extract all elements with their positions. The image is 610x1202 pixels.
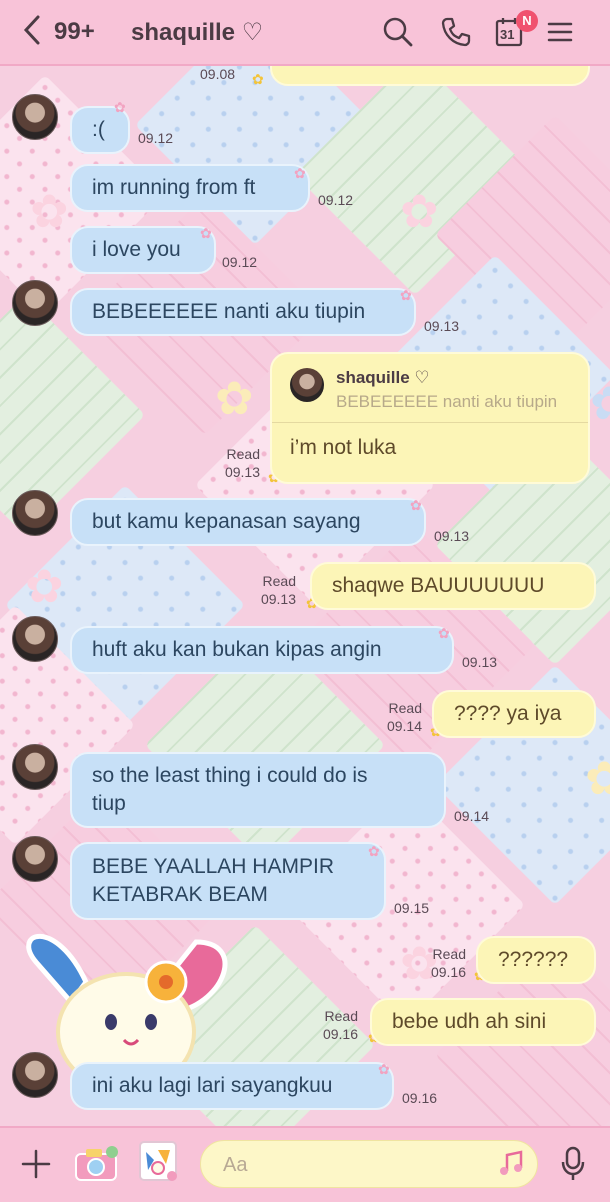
message-time: 09.14	[454, 808, 490, 824]
outgoing-message-bubble[interactable]: ??????	[476, 936, 596, 984]
plus-icon[interactable]	[20, 1148, 52, 1185]
message-text: ini aku lagi lari sayangkuu	[92, 1074, 333, 1097]
message-time: 09.13	[462, 654, 498, 670]
read-receipt: Read	[388, 700, 422, 716]
contact-avatar[interactable]	[12, 836, 58, 882]
message-time: 09.15	[394, 900, 430, 916]
message-input[interactable]: Aa	[200, 1140, 538, 1188]
incoming-message-bubble[interactable]: huft aku kan bukan kipas angin	[70, 626, 454, 674]
message-text: i love you	[92, 238, 181, 261]
message-text: shaqwe BAUUUUUUU	[332, 574, 545, 597]
read-receipt: Read	[324, 1008, 358, 1024]
back-chevron-icon[interactable]	[22, 14, 42, 52]
message-text: im running from ft	[92, 176, 256, 199]
message-text-line: BEBE YAALLAH HAMPIR	[92, 855, 334, 878]
message-input-placeholder: Aa	[223, 1154, 248, 1176]
message-text: bebe udh ah sini	[392, 1010, 547, 1033]
message-text: i’m not luka	[290, 436, 397, 459]
calendar-badge: N	[516, 10, 538, 32]
outgoing-message-bubble[interactable]: bebe udh ah sini	[370, 998, 596, 1046]
message-text-line: KETABRAK BEAM	[92, 883, 268, 906]
message-time: 09.16	[322, 1026, 358, 1042]
read-receipt: Read	[432, 946, 466, 962]
message-time: 09.12	[222, 254, 258, 270]
message-time: 09.16	[402, 1090, 438, 1106]
calendar-day: 31	[500, 27, 515, 42]
message-text: ???? ya iya	[454, 702, 562, 725]
read-receipt: Read	[262, 573, 296, 589]
contact-avatar[interactable]	[12, 616, 58, 662]
message-text: but kamu kepanasan sayang	[92, 510, 361, 533]
message-time: 09.08	[200, 66, 236, 82]
message-time: 09.13	[260, 591, 296, 607]
message-input-bar: Aa	[0, 1126, 610, 1202]
search-icon[interactable]	[382, 16, 414, 48]
message-text-line: so the least thing i could do is	[92, 764, 368, 787]
message-text: BEBEEEEEE nanti aku tiupin	[92, 300, 366, 323]
message-time: 09.12	[138, 130, 174, 146]
microphone-icon[interactable]	[560, 1146, 586, 1187]
incoming-message-bubble[interactable]: so the least thing i could do is tiup	[70, 752, 446, 828]
message-time: 09.13	[224, 464, 260, 480]
incoming-message-bubble[interactable]: BEBE YAALLAH HAMPIR KETABRAK BEAM	[70, 842, 386, 920]
phone-icon[interactable]	[440, 16, 472, 48]
message-text: :(	[92, 118, 105, 141]
message-time: 09.13	[434, 528, 470, 544]
contact-avatar[interactable]	[12, 280, 58, 326]
contact-avatar[interactable]	[12, 490, 58, 536]
message-list[interactable]: 09.08 ✿ :( ✿ 09.12 im running from ft ✿ …	[0, 34, 610, 1126]
message-text: ??????	[498, 948, 569, 971]
quoted-sender: shaquille ♡	[336, 368, 430, 387]
chat-title[interactable]: shaquille ♡	[131, 18, 263, 47]
contact-avatar[interactable]	[12, 744, 58, 790]
incoming-message-bubble[interactable]: im running from ft	[70, 164, 310, 212]
unread-count[interactable]: 99+	[54, 18, 95, 46]
message-time: 09.14	[386, 718, 422, 734]
message-text: huft aku kan bukan kipas angin	[92, 638, 382, 661]
chat-header: 99+ shaquille ♡ 31 N	[0, 0, 610, 66]
quoted-avatar	[290, 368, 324, 402]
reply-message-bubble[interactable]: shaquille ♡ BEBEEEEEE nanti aku tiupin i…	[270, 352, 590, 484]
quoted-message[interactable]: shaquille ♡ BEBEEEEEE nanti aku tiupin	[272, 354, 588, 423]
music-note-icon[interactable]	[497, 1149, 527, 1184]
incoming-message-bubble[interactable]: i love you	[70, 226, 216, 274]
incoming-message-bubble[interactable]: ini aku lagi lari sayangkuu	[70, 1062, 394, 1110]
message-text-line: tiup	[92, 792, 126, 815]
outgoing-message-bubble[interactable]: ???? ya iya	[432, 690, 596, 738]
sticker-icon[interactable]	[138, 1140, 180, 1189]
quoted-text: BEBEEEEEE nanti aku tiupin	[336, 392, 558, 411]
contact-avatar[interactable]	[12, 94, 58, 140]
contact-avatar[interactable]	[12, 1052, 58, 1098]
read-receipt: Read	[226, 446, 260, 462]
outgoing-message-bubble[interactable]: shaqwe BAUUUUUUU	[310, 562, 596, 610]
message-time: 09.16	[430, 964, 466, 980]
message-time: 09.12	[318, 192, 354, 208]
menu-icon[interactable]	[546, 16, 578, 48]
incoming-message-bubble[interactable]: BEBEEEEEE nanti aku tiupin	[70, 288, 416, 336]
message-time: 09.13	[424, 318, 460, 334]
incoming-message-bubble[interactable]: but kamu kepanasan sayang	[70, 498, 426, 546]
camera-icon[interactable]	[74, 1144, 120, 1189]
